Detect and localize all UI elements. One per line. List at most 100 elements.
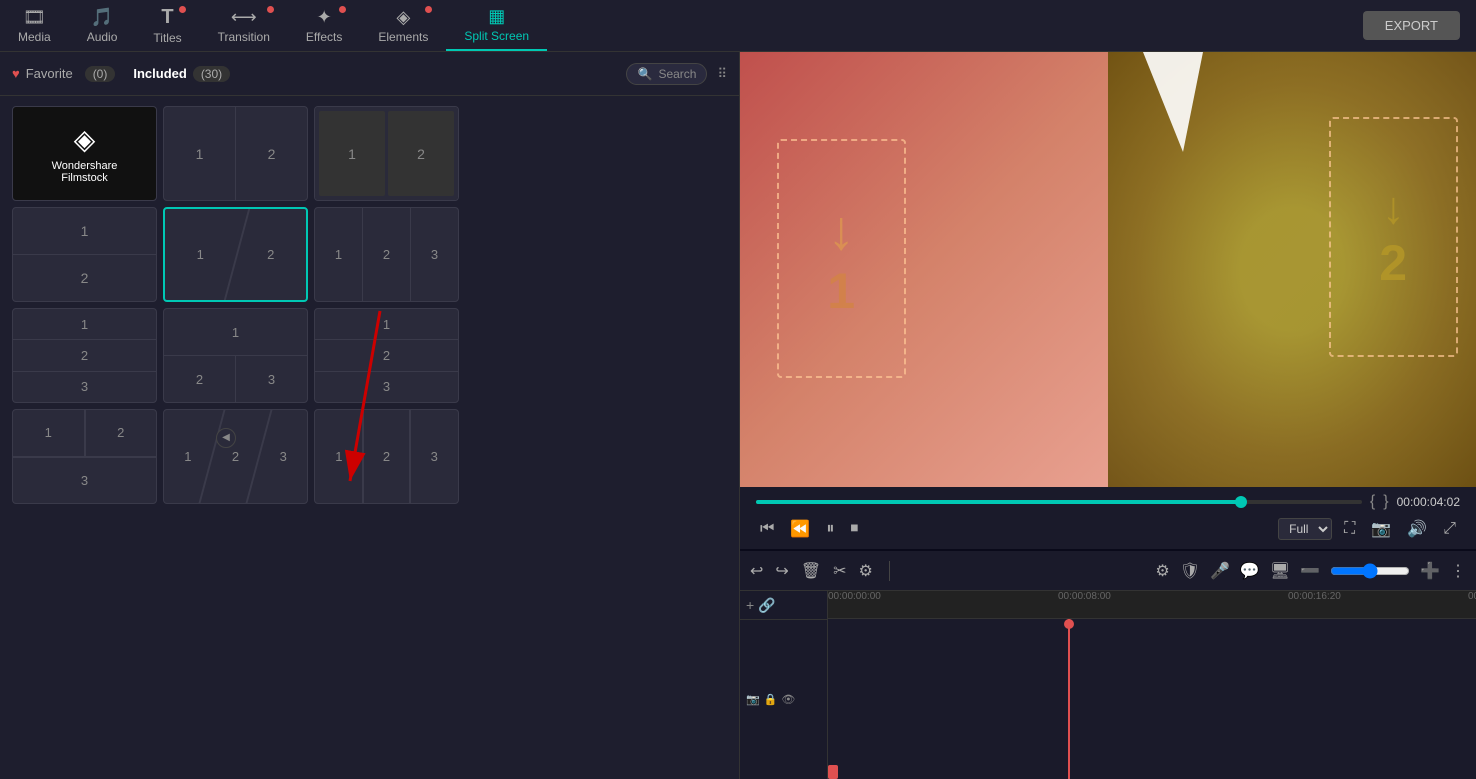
layout-3h-gap-cell[interactable]: 1 2 3	[314, 308, 459, 403]
seg-2: 2	[13, 340, 156, 371]
seg-1: 1	[164, 309, 307, 356]
layout-3diag-cell[interactable]: 1 2 3	[163, 409, 308, 504]
seg-1: 1	[164, 107, 236, 200]
grid-row-4: 1 2 3 1 2 3	[12, 409, 727, 504]
skip-back-button[interactable]: ⏮	[756, 516, 778, 542]
ws-name-line1: Wondershare	[52, 160, 118, 172]
nav-audio[interactable]: 🎵 Audio	[69, 0, 136, 51]
in-marker[interactable]: {	[1370, 493, 1375, 511]
nav-transition[interactable]: ⟷ Transition	[200, 0, 288, 51]
included-count: (30)	[193, 66, 230, 82]
layout-2h-gap-cell[interactable]: 1 2	[314, 106, 459, 201]
zoom-slider[interactable]	[1330, 563, 1410, 579]
layout-3h-cell[interactable]: 1 2 3	[314, 207, 459, 302]
zoom-out-button[interactable]: ➖	[1300, 561, 1320, 581]
seg-3: 3	[13, 372, 156, 402]
split-screen-grid: ◀ ◈ Wondershare Filmstock 1 2	[0, 96, 739, 779]
timeline-track-area: 00:00:00:00 00:00:08:00 00:00:16:20 00:0…	[828, 591, 1476, 779]
layout-1t2b-cell[interactable]: 1 2 3	[163, 308, 308, 403]
pause-button[interactable]: ⏸	[822, 516, 838, 542]
step-back-button[interactable]: ⏪	[786, 515, 814, 543]
stop-button[interactable]: ⏹	[846, 516, 862, 542]
layout-3v-cell[interactable]: 1 2 3	[12, 308, 157, 403]
titles-icon: T	[161, 6, 173, 29]
layout-2v-cell[interactable]: 1 2	[12, 207, 157, 302]
ruler-mark-0: 00:00:00:00	[828, 591, 881, 602]
more-options-button[interactable]: ⋮	[1450, 561, 1466, 581]
visibility-icon[interactable]: 👁	[781, 693, 795, 706]
layout-2t3b-cell[interactable]: 1 2 3	[12, 409, 157, 504]
included-label[interactable]: Included	[133, 66, 186, 81]
seg-2: 2	[315, 340, 458, 370]
export-button[interactable]: EXPORT	[1363, 11, 1460, 40]
timeline-track-labels: + 🔗 📷 🔒 👁	[740, 591, 828, 779]
video-preview: ↓ 1 ↓	[740, 52, 1476, 487]
expand-button[interactable]: ⤢	[1439, 516, 1460, 542]
undo-button[interactable]: ↩	[750, 561, 763, 581]
link-button[interactable]: 🔗	[758, 597, 775, 614]
preview-left-panel: ↓ 1	[740, 52, 1108, 487]
nav-transition-label: Transition	[218, 30, 270, 44]
redo-button[interactable]: ↪	[775, 561, 788, 581]
nav-splitscreen[interactable]: ▦ Split Screen	[446, 0, 547, 51]
playhead[interactable]	[1068, 619, 1070, 779]
add-video-track-button[interactable]: +	[746, 597, 754, 613]
captions-button[interactable]: 💬	[1240, 561, 1260, 581]
seg-3: 3	[13, 457, 156, 504]
main-area: ♥ Favorite (0) Included (30) 🔍 Search ⠿ …	[0, 52, 1476, 779]
controls-row: ⏮ ⏪ ⏸ ⏹ Full 1/2 1/4 ⛶ 📷 🔊 ⤢	[756, 515, 1460, 543]
drop-zone-1[interactable]: ↓ 1	[777, 139, 906, 378]
cut-button[interactable]: ✂	[833, 561, 846, 581]
out-marker[interactable]: }	[1383, 493, 1388, 511]
lock-icon[interactable]: 🔒	[764, 693, 778, 706]
drop-zone-2-number: 2	[1379, 234, 1407, 292]
screenshot-button[interactable]: 📷	[1367, 515, 1395, 543]
nav-elements[interactable]: ◈ Elements	[360, 0, 446, 51]
shield-button[interactable]: 🛡	[1180, 561, 1200, 581]
layout-3diag2-cell[interactable]: 1 2 3	[314, 409, 459, 504]
volume-button[interactable]: 🔊	[1403, 515, 1431, 543]
wondershare-filmstock-cell[interactable]: ◈ Wondershare Filmstock	[12, 106, 157, 201]
playhead-handle[interactable]	[1064, 619, 1074, 629]
nav-effects-label: Effects	[306, 30, 342, 44]
drop-zone-2[interactable]: ↓ 2	[1329, 117, 1458, 356]
favorite-section[interactable]: ♥ Favorite (0)	[12, 66, 115, 82]
progress-bar-container: { } 00:00:04:02	[756, 493, 1460, 511]
quality-selector[interactable]: Full 1/2 1/4	[1278, 518, 1332, 540]
nav-audio-label: Audio	[87, 30, 118, 44]
ruler-mark-2: 00:00:16:20	[1288, 591, 1341, 602]
playback-controls: { } 00:00:04:02 ⏮ ⏪ ⏸ ⏹ Full 1/2 1/4 ⛶ 📷…	[740, 487, 1476, 549]
timeline-start-marker	[828, 765, 838, 779]
settings-button[interactable]: ⚙	[1155, 561, 1169, 581]
delete-button[interactable]: 🗑	[801, 561, 821, 581]
seg-1: 1	[315, 410, 363, 503]
progress-fill	[756, 500, 1241, 504]
progress-handle[interactable]	[1235, 496, 1247, 508]
monitor-button[interactable]: 🖥	[1270, 561, 1290, 581]
layout-2h-cell[interactable]: 1 2	[163, 106, 308, 201]
nav-titles[interactable]: T Titles	[135, 0, 199, 51]
search-bar[interactable]: 🔍 Search	[626, 63, 707, 85]
nav-splitscreen-label: Split Screen	[464, 29, 529, 43]
zoom-in-button[interactable]: ➕	[1420, 561, 1440, 581]
nav-effects[interactable]: ✦ Effects	[288, 0, 360, 51]
effects-icon: ✦	[317, 7, 332, 28]
nav-media[interactable]: 🎞 Media	[0, 0, 69, 51]
fullscreen-button[interactable]: ⛶	[1340, 516, 1359, 542]
collapse-panel-button[interactable]: ◀	[216, 428, 236, 448]
seg-1: 1	[319, 111, 385, 196]
toolbar-separator	[889, 561, 890, 581]
toolbar-right: ⚙ 🛡 🎤 💬 🖥 ➖ ➕ ⋮	[1155, 561, 1466, 581]
layout-2diag-cell[interactable]: 1 2	[163, 207, 308, 302]
ruler-marks: 00:00:00:00 00:00:08:00 00:00:16:20 00:0…	[828, 591, 1476, 616]
adjustments-button[interactable]: ⚙	[859, 561, 873, 581]
mic-button[interactable]: 🎤	[1210, 561, 1230, 581]
seg-2: 2	[236, 107, 307, 200]
left-panel: ♥ Favorite (0) Included (30) 🔍 Search ⠿ …	[0, 52, 740, 779]
seg-2: 2	[363, 208, 411, 301]
seg-2: 2	[388, 111, 454, 196]
progress-bar[interactable]	[756, 500, 1362, 504]
drop-zone-2-arrow: ↓	[1382, 182, 1405, 234]
grid-view-icon[interactable]: ⠿	[717, 66, 727, 82]
ruler-mark-1: 00:00:08:00	[1058, 591, 1111, 602]
